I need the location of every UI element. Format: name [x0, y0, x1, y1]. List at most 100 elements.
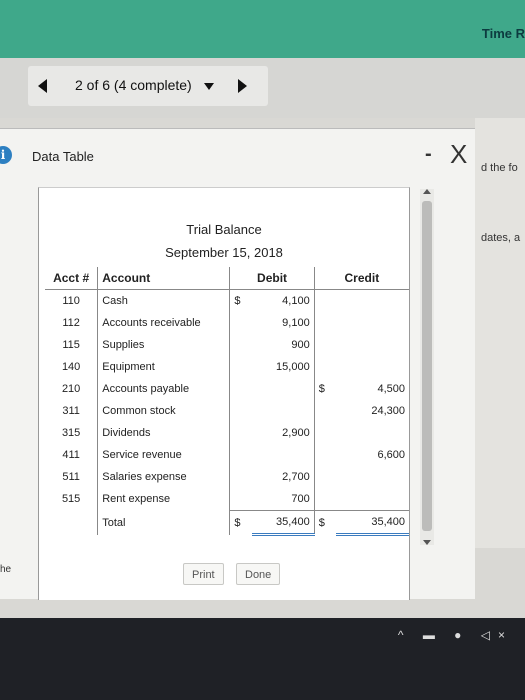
table-row: 515 Rent expense 700	[45, 488, 409, 511]
cell-credit-symbol: $	[318, 383, 325, 395]
data-table-dialog: i Data Table - X Trial Balance September…	[0, 128, 475, 600]
scroll-down-icon[interactable]	[423, 540, 431, 545]
cell-credit	[336, 312, 409, 334]
cell-acct: 511	[45, 466, 99, 488]
cell-acct: 112	[45, 312, 99, 334]
question-nav-row: 2 of 6 (4 complete)	[0, 58, 525, 118]
cell-debit-symbol	[230, 400, 252, 422]
dialog-title: Data Table	[32, 149, 94, 164]
cell-debit-symbol	[230, 466, 252, 488]
system-tray-icons[interactable]: ^ ▬ ● ◁×	[398, 628, 513, 642]
cell-acct: 515	[45, 488, 99, 511]
cell-debit-symbol	[230, 356, 252, 378]
table-row: 115 Supplies 900	[45, 334, 409, 356]
cell-debit-symbol	[230, 312, 252, 334]
trial-balance-sheet: Trial Balance September 15, 2018 Acct # …	[38, 187, 410, 600]
cell-debit: 900	[251, 334, 315, 356]
cell-credit: 24,300	[371, 405, 405, 417]
cell-credit-symbol	[314, 444, 336, 466]
header-debit: Debit	[229, 267, 315, 290]
header-acct: Acct #	[45, 267, 99, 290]
total-debit: 35,400	[251, 510, 315, 536]
cell-debit	[251, 400, 315, 422]
taskbar: ^ ▬ ● ◁×	[0, 618, 525, 700]
next-arrow-icon[interactable]	[238, 79, 247, 93]
cell-credit-symbol	[314, 488, 336, 511]
cell-credit	[336, 356, 409, 378]
table-row: 210 Accounts payable $4,500	[45, 378, 409, 400]
progress-label[interactable]: 2 of 6 (4 complete)	[75, 77, 192, 93]
question-navigator: 2 of 6 (4 complete)	[28, 66, 268, 106]
total-debit-symbol: $	[229, 510, 252, 535]
cell-debit: 2,700	[251, 466, 315, 488]
cell-debit: 4,100	[251, 289, 315, 312]
minimize-button[interactable]: -	[425, 143, 432, 166]
cell-credit	[336, 422, 409, 444]
done-button[interactable]: Done	[236, 563, 281, 585]
info-icon: i	[0, 146, 12, 164]
header-credit: Credit	[314, 267, 409, 290]
cell-debit	[251, 444, 315, 466]
total-label: Total	[97, 510, 231, 535]
cell-debit	[251, 378, 315, 400]
table-row: 411 Service revenue 6,600	[45, 444, 409, 466]
cell-debit-symbol	[230, 488, 252, 511]
cell-debit-symbol	[230, 334, 252, 356]
question-text-fragment: d the fo	[481, 162, 518, 174]
cell-debit-symbol	[230, 444, 252, 466]
cell-debit-symbol: $	[234, 295, 241, 307]
cell-credit-symbol	[314, 422, 336, 444]
table-row: 140 Equipment 15,000	[45, 356, 409, 378]
time-remaining-label[interactable]: Time R	[482, 26, 525, 41]
top-banner: Time R	[0, 0, 525, 58]
background-question-panel: d the fo dates, a	[475, 118, 525, 548]
cell-acct: 311	[45, 400, 99, 422]
table-row: 112 Accounts receivable 9,100	[45, 312, 409, 334]
trial-balance-title: Trial Balance	[186, 222, 262, 237]
chevron-down-icon[interactable]	[204, 83, 214, 90]
cell-credit-symbol	[314, 334, 336, 356]
cell-credit	[336, 334, 409, 356]
cell-acct: 315	[45, 422, 99, 444]
cell-credit-symbol	[314, 312, 336, 334]
cell-account: Accounts payable	[97, 378, 231, 400]
cell-debit-symbol	[230, 422, 252, 444]
cell-account: Supplies	[97, 334, 231, 356]
previous-arrow-icon[interactable]	[38, 79, 47, 93]
cell-acct: 210	[45, 378, 99, 400]
cell-debit: 700	[251, 488, 315, 511]
total-credit: 35,400	[336, 510, 409, 536]
cell-credit	[336, 488, 409, 511]
table-row: 315 Dividends 2,900	[45, 422, 409, 444]
table-row: 110 Cash $4,100	[45, 289, 409, 313]
cell-account: Service revenue	[97, 444, 231, 466]
cell-account: Dividends	[97, 422, 231, 444]
cell-account: Common stock	[97, 400, 231, 422]
cell-credit: 4,500	[377, 383, 405, 395]
cell-acct	[45, 510, 99, 535]
total-credit-symbol: $	[314, 510, 336, 535]
cell-acct: 411	[45, 444, 99, 466]
cell-debit: 2,900	[251, 422, 315, 444]
print-button[interactable]: Print	[183, 563, 224, 585]
cell-credit-symbol	[314, 400, 336, 422]
cell-credit-symbol	[314, 466, 336, 488]
cell-credit	[336, 290, 409, 313]
question-text-fragment-2: dates, a	[481, 232, 521, 244]
background-text-fragment: he	[0, 564, 12, 575]
trial-balance-table: Acct # Account Debit Credit 110 Cash $4,10…	[45, 267, 409, 536]
cell-account: Salaries expense	[97, 466, 231, 488]
total-row: Total $35,400 $35,400	[45, 510, 409, 536]
cell-account: Cash	[97, 289, 231, 312]
close-button[interactable]: X	[450, 139, 467, 170]
vertical-scrollbar[interactable]	[420, 189, 434, 545]
cell-debit: 15,000	[251, 356, 315, 378]
cell-acct: 115	[45, 334, 99, 356]
cell-account: Accounts receivable	[97, 312, 231, 334]
cell-account: Rent expense	[97, 488, 231, 511]
table-row: 511 Salaries expense 2,700	[45, 466, 409, 488]
cell-debit-symbol	[230, 378, 252, 400]
scrollbar-thumb[interactable]	[422, 201, 432, 531]
scroll-up-icon[interactable]	[423, 189, 431, 194]
cell-credit: 6,600	[377, 449, 405, 461]
